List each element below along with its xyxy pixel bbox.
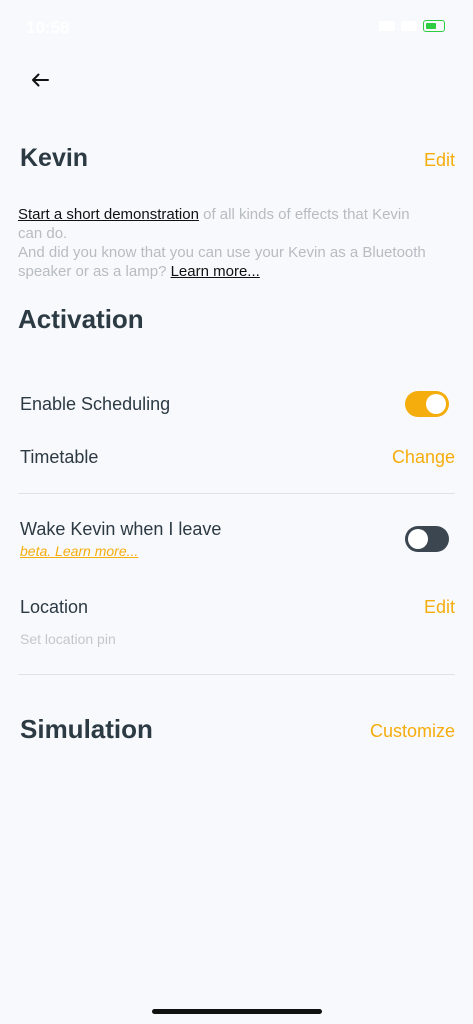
learn-more-link[interactable]: Learn more... bbox=[171, 263, 260, 280]
edit-device-button[interactable]: Edit bbox=[424, 150, 455, 171]
status-icons bbox=[379, 20, 445, 32]
beta-learn-more-link[interactable]: beta. Learn more... bbox=[20, 543, 138, 559]
device-name: Kevin bbox=[20, 144, 89, 172]
arrow-left-icon bbox=[32, 73, 49, 87]
divider bbox=[18, 674, 455, 675]
intro-text: Start a short demonstration of all kinds… bbox=[18, 205, 428, 281]
activation-title: Activation bbox=[18, 304, 144, 334]
customize-simulation-button[interactable]: Customize bbox=[370, 721, 455, 742]
change-timetable-button[interactable]: Change bbox=[392, 447, 455, 468]
wake-kevin-toggle[interactable] bbox=[405, 526, 449, 552]
start-demonstration-link[interactable]: Start a short demonstration bbox=[18, 206, 199, 223]
battery-icon bbox=[423, 20, 445, 32]
location-hint: Set location pin bbox=[20, 631, 116, 647]
wifi-icon bbox=[401, 21, 417, 31]
enable-scheduling-label: Enable Scheduling bbox=[20, 394, 171, 414]
back-button[interactable] bbox=[24, 64, 56, 96]
edit-location-button[interactable]: Edit bbox=[424, 597, 455, 618]
timetable-label: Timetable bbox=[20, 447, 99, 467]
toggle-knob bbox=[408, 529, 428, 549]
wake-kevin-label: Wake Kevin when I leave bbox=[20, 519, 222, 539]
location-label: Location bbox=[20, 597, 89, 617]
signal-icon bbox=[379, 21, 395, 31]
enable-scheduling-toggle[interactable] bbox=[405, 391, 449, 417]
status-time: 10:58 bbox=[26, 18, 70, 37]
divider bbox=[18, 493, 455, 494]
status-bar: 10:58 bbox=[0, 0, 473, 52]
simulation-title: Simulation bbox=[20, 714, 153, 744]
home-indicator bbox=[152, 1009, 322, 1014]
toggle-knob bbox=[426, 394, 446, 414]
